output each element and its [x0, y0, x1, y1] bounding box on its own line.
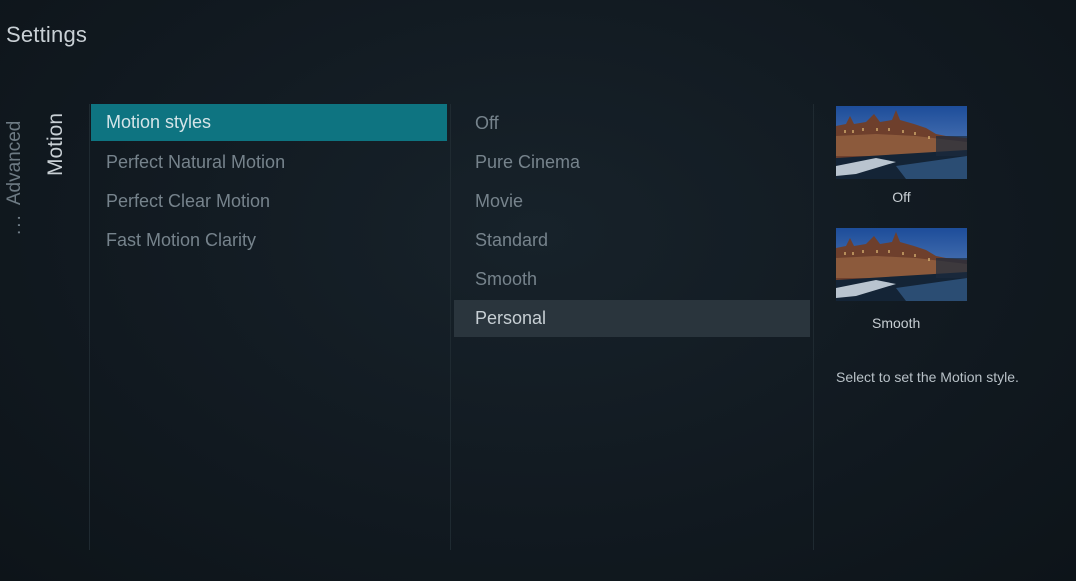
preview-label-off: Off — [892, 189, 911, 205]
column-divider — [89, 104, 90, 550]
menu-item-fast-motion-clarity[interactable]: Fast Motion Clarity — [91, 221, 447, 260]
tv-settings-screen: Settings ... Advanced Motion Motion style… — [0, 0, 1076, 581]
page-title: Settings — [6, 22, 88, 47]
option-pure-cinema[interactable]: Pure Cinema — [454, 143, 810, 182]
breadcrumb-current-motion: Motion — [44, 112, 67, 176]
preview-after: Smooth — [836, 228, 967, 331]
preview-image-smooth — [836, 228, 967, 301]
option-off[interactable]: Off — [454, 104, 810, 143]
menu-item-motion-styles[interactable]: Motion styles — [91, 104, 447, 141]
help-description: Select to set the Motion style. — [836, 369, 1019, 385]
preview-before: Off — [836, 106, 967, 205]
breadcrumb-parent-advanced[interactable]: ... Advanced — [4, 121, 26, 235]
more-dots-icon: ... — [4, 213, 25, 235]
menu-item-perfect-clear-motion[interactable]: Perfect Clear Motion — [91, 182, 447, 221]
column-divider — [450, 104, 451, 550]
motion-style-options: Off Pure Cinema Movie Standard Smooth Pe… — [454, 104, 810, 337]
preview-label-smooth: Smooth — [872, 315, 921, 331]
breadcrumb-parent-label: Advanced — [4, 120, 25, 206]
option-movie[interactable]: Movie — [454, 182, 810, 221]
motion-menu-list: Motion styles Perfect Natural Motion Per… — [91, 104, 447, 260]
menu-item-perfect-natural-motion[interactable]: Perfect Natural Motion — [91, 143, 447, 182]
option-standard[interactable]: Standard — [454, 221, 810, 260]
option-smooth[interactable]: Smooth — [454, 260, 810, 299]
column-divider — [813, 104, 814, 550]
option-personal[interactable]: Personal — [454, 300, 810, 337]
preview-image-off — [836, 106, 967, 179]
